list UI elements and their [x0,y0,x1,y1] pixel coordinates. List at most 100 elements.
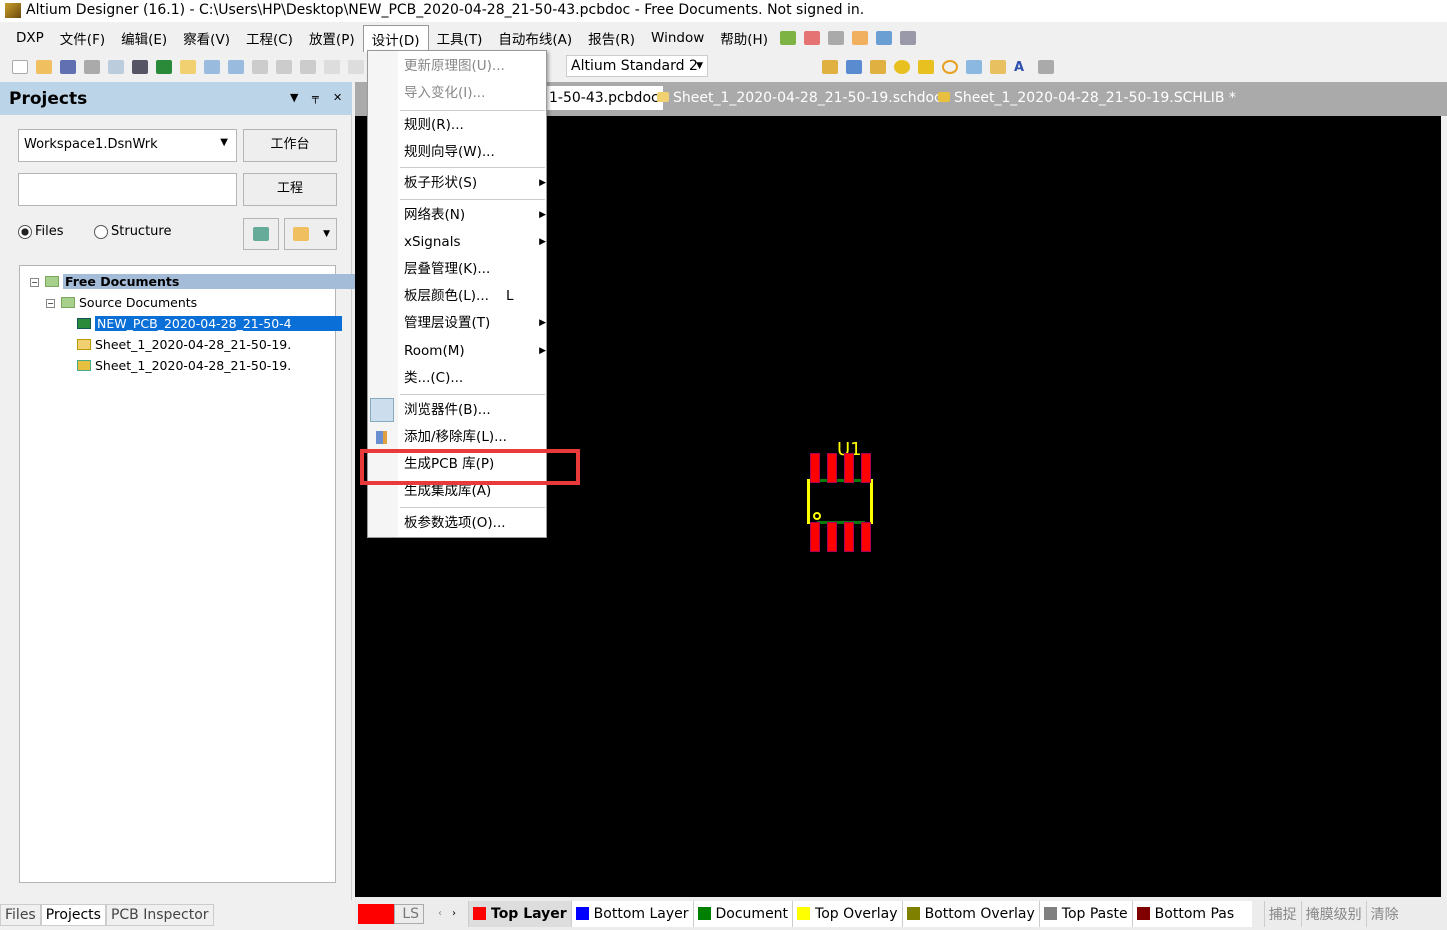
layer-set-button[interactable]: LS [394,903,424,924]
cut-icon[interactable] [300,59,316,74]
room-icon[interactable] [875,31,892,45]
sheet-icon[interactable] [180,59,196,74]
menu-item-classes[interactable]: 类...(C)... [404,366,544,390]
layer-tab-bottom-layer[interactable]: Bottom Layer [570,900,693,927]
close-icon[interactable]: ✕ [333,91,342,104]
tree-root[interactable]: − Free Documents [30,272,380,292]
pad[interactable] [827,522,837,552]
scroll-right-icon[interactable]: › [452,908,456,919]
pcb-icon[interactable] [156,59,172,74]
menu-item-room[interactable]: Room(M) ▶ [404,339,546,363]
project-input[interactable] [18,173,237,206]
workspace-select[interactable]: Workspace1.DsnWrk ▼ [18,129,237,162]
layer-tab-bottom-paste[interactable]: Bottom Pas [1131,900,1252,927]
pad[interactable] [844,522,854,552]
layer-tab-document[interactable]: Document [692,900,793,927]
scroll-left-icon[interactable]: ‹ [438,908,442,919]
menu-item-rule-wizard[interactable]: 规则向导(W)... [404,140,544,164]
menu-item-board-shape[interactable]: 板子形状(S) ▶ [404,171,546,195]
multi-route-icon[interactable] [870,59,886,74]
layer-tab-bottom-overlay[interactable]: Bottom Overlay [901,900,1039,927]
mask-level-button[interactable]: 掩膜级别 [1300,900,1366,927]
tab-pcbdoc[interactable]: 1-50-43.pcbdoc [545,86,663,110]
menu-file[interactable]: 文件(F) [52,25,113,51]
collapse-icon[interactable]: − [30,278,39,287]
pin-icon[interactable]: ╤ [312,91,319,104]
tree-item[interactable]: Sheet_1_2020-04-28_21-50-19. [77,335,291,355]
menu-item-browse-components[interactable]: 浏览器件(B)... [404,398,544,422]
paste-icon[interactable] [348,59,364,74]
dimension-icon[interactable] [851,31,868,45]
text-icon[interactable]: A [1014,60,1030,75]
tab-pcb-inspector[interactable]: PCB Inspector [105,904,214,926]
menu-item-netlist[interactable]: 网络表(N) ▶ [404,203,546,227]
grid-icon[interactable] [899,31,916,45]
pad[interactable] [861,522,871,552]
menu-dxp[interactable]: DXP [8,27,52,49]
menu-item-layer-sets[interactable]: 管理层设置(T) ▶ [404,311,546,335]
radio-structure[interactable]: Structure [94,224,171,239]
tab-schlib[interactable]: Sheet_1_2020-04-28_21-50-19.SCHLIB * [938,90,1236,106]
tree-item[interactable]: NEW_PCB_2020-04-28_21-50-4 [77,314,342,334]
menu-autoroute[interactable]: 自动布线(A) [490,25,580,51]
open-icon[interactable] [36,59,52,74]
menu-item-xsignals[interactable]: xSignals ▶ [404,230,546,254]
standard-select[interactable]: Altium Standard 2 ▼ [566,55,708,77]
diff-pair-icon[interactable] [846,59,862,74]
pad-icon[interactable] [894,59,910,74]
new-icon[interactable] [12,59,28,74]
workbench-button[interactable]: 工作台 [243,129,337,162]
preview-icon[interactable] [108,59,124,74]
snap-button[interactable]: 捕捉 [1263,900,1301,927]
project-button[interactable]: 工程 [243,173,337,206]
menu-item-add-remove-library[interactable]: 添加/移除库(L)... [404,425,544,449]
clear-button[interactable]: 清除 [1365,900,1403,927]
fill-icon[interactable] [966,59,982,74]
track-icon[interactable] [822,59,838,74]
compile-button[interactable] [243,218,279,250]
find-icon[interactable] [827,31,844,45]
menu-item-rules[interactable]: 规则(R)... [404,113,544,137]
tab-schdoc[interactable]: Sheet_1_2020-04-28_21-50-19.schdoc [657,90,942,106]
menu-place[interactable]: 放置(P) [301,25,363,51]
pad[interactable] [861,453,871,483]
layer-tab-top-layer[interactable]: Top Layer [468,900,571,927]
tree-item[interactable]: Sheet_1_2020-04-28_21-50-19. [77,356,291,376]
menu-reports[interactable]: 报告(R) [580,25,643,51]
pad[interactable] [810,522,820,552]
3d-icon[interactable] [132,59,148,74]
menu-edit[interactable]: 编辑(E) [113,25,175,51]
component-icon[interactable] [1038,59,1054,74]
menu-item-update-schematic[interactable]: 更新原理图(U)... [404,54,544,78]
component-u1[interactable]: U1 [807,439,877,554]
layer-tab-top-overlay[interactable]: Top Overlay [792,900,902,927]
panel-menu-icon[interactable]: ▼ [290,91,298,104]
pad[interactable] [844,453,854,483]
arc-icon[interactable] [942,59,958,74]
copy-icon[interactable] [324,59,340,74]
radio-files[interactable]: Files [18,224,64,239]
via-icon[interactable] [918,59,934,74]
route-icon[interactable] [798,60,814,74]
menu-item-board-options[interactable]: 板参数选项(O)... [404,511,544,535]
menu-help[interactable]: 帮助(H) [712,25,776,51]
print-icon[interactable] [84,59,100,74]
menu-project[interactable]: 工程(C) [238,25,301,51]
menu-item-import-changes[interactable]: 导入变化(I)... [404,81,544,105]
pad[interactable] [810,453,820,483]
layer-tab-top-paste[interactable]: Top Paste [1038,900,1132,927]
menu-tools[interactable]: 工具(T) [429,25,491,51]
menu-item-layer-colors[interactable]: 板层颜色(L)... L [404,284,544,308]
tree-group[interactable]: − Source Documents [46,293,197,313]
save-icon[interactable] [60,59,76,74]
align-icon[interactable] [803,31,820,45]
menu-item-layer-stack[interactable]: 层叠管理(K)... [404,257,544,281]
open-project-button[interactable]: ▼ [284,218,337,250]
zoom-fit-icon[interactable] [204,59,220,74]
polygon-icon[interactable] [990,59,1006,74]
tab-files[interactable]: Files [0,904,41,926]
interactive-routing-icon[interactable] [779,31,796,45]
menu-window[interactable]: Window [643,27,712,49]
menu-view[interactable]: 察看(V) [175,25,238,51]
zoom-selected-icon[interactable] [252,59,268,74]
